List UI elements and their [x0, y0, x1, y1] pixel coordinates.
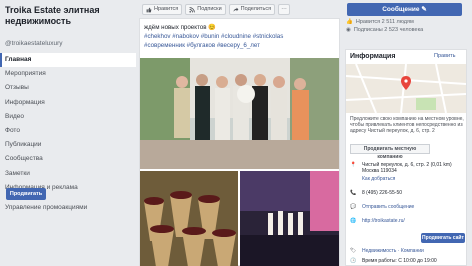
post-hashtags[interactable]: #современник #булгаков #весеру_6_лет: [144, 41, 339, 50]
like-label: Нравится: [154, 6, 179, 12]
message-button[interactable]: Сообщение ✎: [347, 3, 462, 16]
post-photo-desserts[interactable]: [140, 171, 238, 266]
message-label: Сообщение: [382, 6, 420, 13]
thumbs-up-icon: 👍: [346, 19, 353, 25]
post-hashtags[interactable]: #chekhov #nabokov #bunin #cloudnine #stn…: [144, 32, 339, 41]
location-pin-icon: 📍: [350, 162, 357, 168]
hours-text: Время работы: С 10:00 до 19:00: [362, 258, 437, 264]
nav-item-notes[interactable]: Заметки: [0, 167, 136, 181]
likes-stat: 👍 Нравится 2 511 людям: [345, 18, 472, 26]
website-link[interactable]: http://troikastate.ru/: [362, 218, 405, 225]
followers-count: Подписаны 2 523 человека: [353, 27, 424, 33]
directions-row: Как добраться: [350, 176, 466, 182]
page-title[interactable]: Troika Estate элитная недвижимость: [5, 5, 130, 26]
hours-row: 🕒 Время работы: С 10:00 до 19:00: [350, 258, 466, 265]
address-text: Чистый переулок, д. 6, стр. 2 (0,01 km) …: [362, 162, 452, 174]
nav-item-videos[interactable]: Видео: [0, 110, 136, 124]
nav-item-home[interactable]: Главная: [0, 53, 136, 68]
post-line: ждём новых проектов 😊: [144, 24, 216, 31]
stage-photo: [240, 171, 339, 266]
share-label: Поделиться: [240, 6, 272, 12]
subscribe-label: Подписки: [197, 6, 222, 12]
right-column: 👍 Нравится 2 511 людям ◉ Подписаны 2 523…: [345, 18, 472, 266]
website-row: 🌐 http://troikastate.ru/: [350, 218, 466, 225]
phone-row: 📞 8 (495) 226-55-50: [350, 190, 466, 197]
feed-post: ждём новых проектов 😊 #chekhov #nabokov …: [139, 18, 340, 266]
dessert-photo: [140, 171, 238, 266]
post-text: ждём новых проектов 😊 #chekhov #nabokov …: [144, 23, 339, 50]
promote-description: Предложите свою компанию на местном уров…: [350, 116, 464, 134]
info-card: Информация Править Предложите свою компа…: [345, 49, 467, 266]
phone-text: 8 (495) 226-55-50: [362, 190, 403, 196]
category-row: 🏷 Недвижимость · Компании: [350, 248, 466, 255]
globe-icon: 🌐: [350, 218, 357, 224]
info-title: Информация: [350, 53, 396, 60]
subscribe-button[interactable]: Подписки: [185, 4, 226, 15]
page-nav: Главная Мероприятия Отзывы Информация Ви…: [0, 53, 136, 195]
post-photo-group[interactable]: [140, 58, 339, 169]
nav-item-communities[interactable]: Сообщества: [0, 152, 136, 166]
followers-icon: ◉: [346, 27, 351, 33]
map-preview[interactable]: [346, 64, 466, 113]
nav-item-events[interactable]: Мероприятия: [0, 67, 136, 81]
page-actions: Нравится Подписки Поделиться ···: [142, 4, 291, 16]
like-button[interactable]: Нравится: [142, 4, 183, 15]
nav-item-posts[interactable]: Публикации: [0, 138, 136, 152]
likes-count: Нравится 2 511 людям: [355, 19, 414, 25]
thumbs-up-icon: [146, 7, 152, 12]
nav-item-about[interactable]: Информация: [0, 96, 136, 110]
manage-promotions-link[interactable]: Управление промоакциями: [5, 204, 87, 211]
category-text[interactable]: Недвижимость · Компании: [362, 248, 424, 255]
address-row: 📍 Чистый переулок, д. 6, стр. 2 (0,01 km…: [350, 162, 466, 174]
page-handle[interactable]: @troikaestateluxury: [5, 40, 63, 47]
directions-link[interactable]: Как добраться: [362, 176, 395, 182]
share-icon: [233, 7, 239, 12]
promote-button[interactable]: Продвигать: [6, 188, 46, 200]
edit-link[interactable]: Править: [434, 53, 455, 59]
rss-icon: [189, 6, 196, 13]
promote-website-button[interactable]: Продвигать сайт: [421, 233, 465, 243]
promote-local-button[interactable]: Продвигать местную компанию: [350, 144, 430, 160]
followers-stat: ◉ Подписаны 2 523 человека: [345, 26, 472, 34]
page-sidebar: Troika Estate элитная недвижимость @troi…: [0, 0, 136, 266]
map-image: [346, 64, 466, 113]
messenger-icon: 💬: [350, 204, 357, 210]
nav-item-photos[interactable]: Фото: [0, 124, 136, 138]
phone-icon: 📞: [350, 190, 357, 196]
send-message-row: 💬 Отправить сообщение: [350, 204, 466, 211]
share-button[interactable]: Поделиться: [228, 4, 276, 15]
group-photo: [140, 58, 339, 169]
tag-icon: 🏷: [350, 248, 357, 254]
more-button[interactable]: ···: [278, 4, 291, 15]
post-photo-stage[interactable]: [240, 171, 339, 266]
clock-icon: 🕒: [350, 258, 357, 264]
send-message-link[interactable]: Отправить сообщение: [362, 204, 414, 211]
nav-item-reviews[interactable]: Отзывы: [0, 81, 136, 95]
